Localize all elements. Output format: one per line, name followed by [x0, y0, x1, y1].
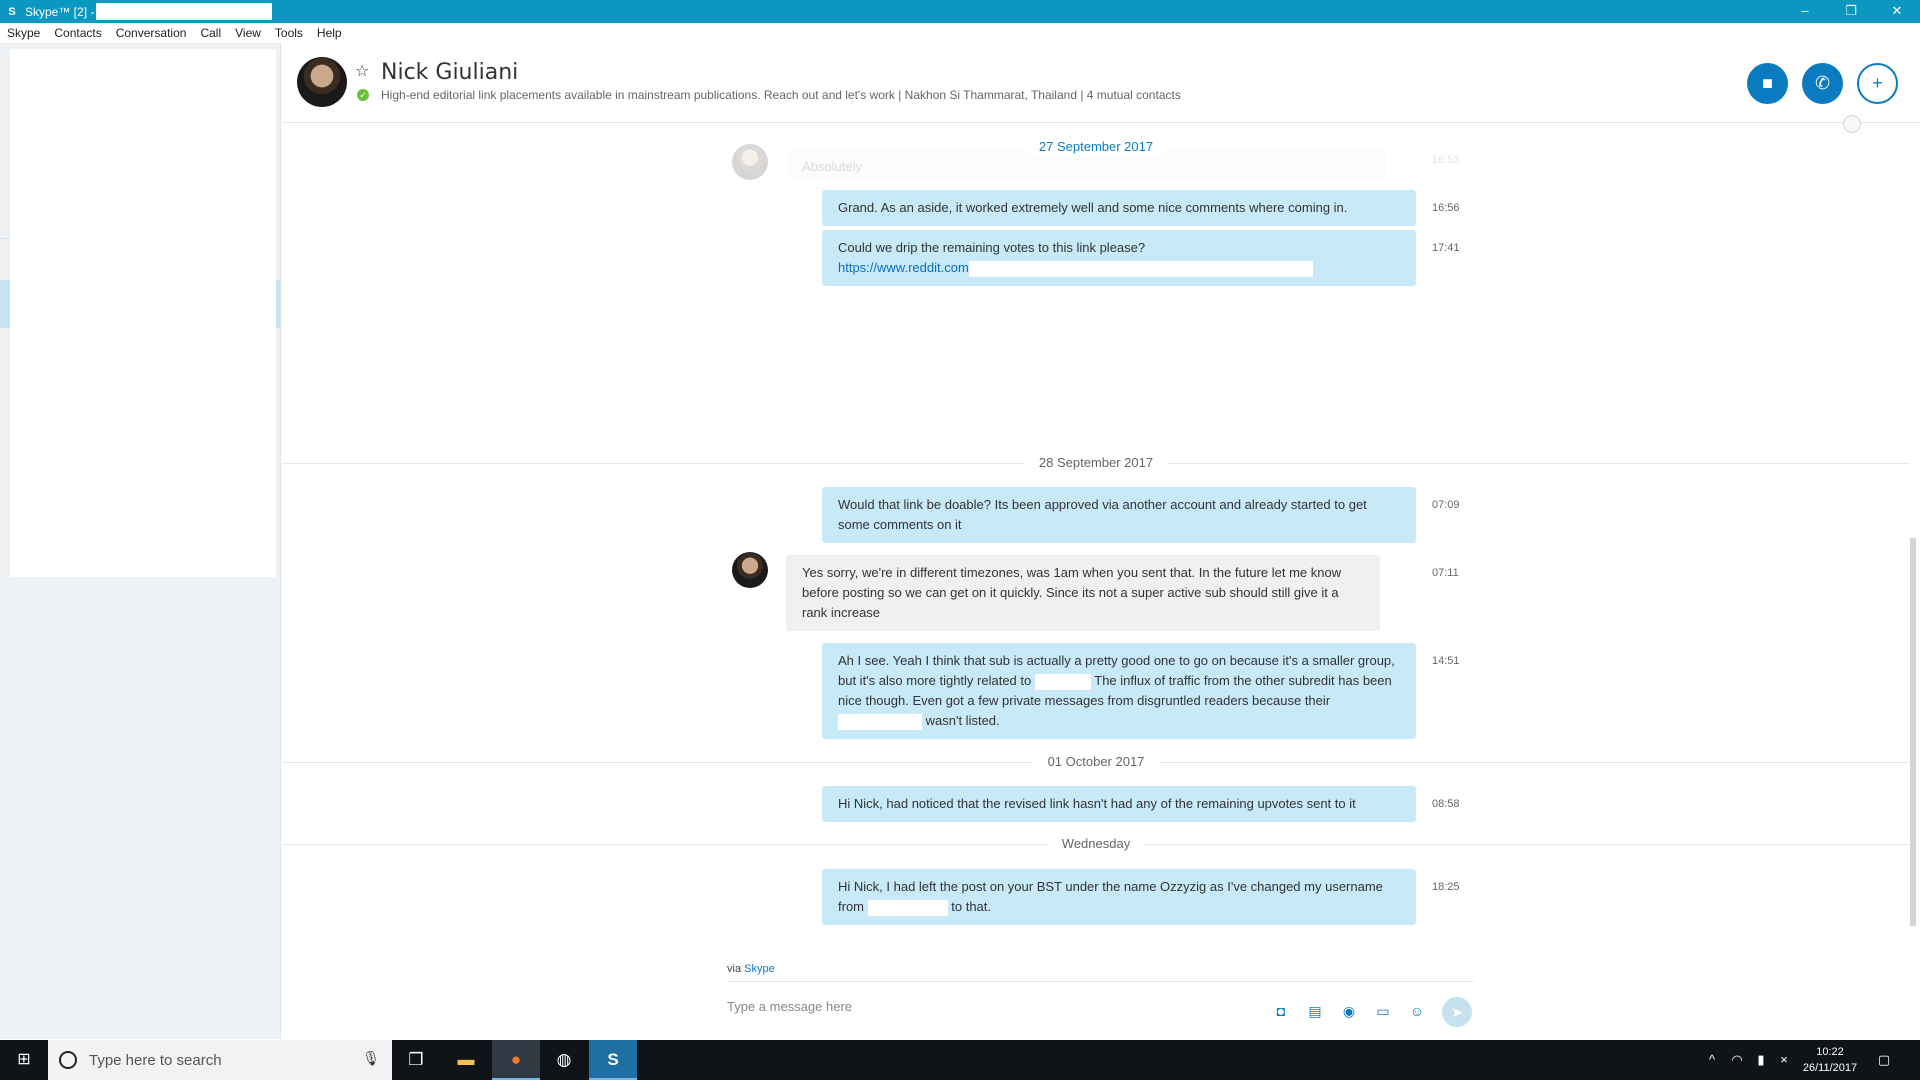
- skype-taskbar-icon[interactable]: S: [589, 1040, 637, 1080]
- date-label: 01 October 2017: [1033, 754, 1159, 769]
- message-text: wasn't listed.: [925, 713, 1000, 728]
- taskbar-search[interactable]: Type here to search 🎙: [48, 1040, 392, 1080]
- microphone-icon[interactable]: 🎙: [362, 1050, 380, 1067]
- menu-call[interactable]: Call: [193, 26, 228, 40]
- network-icon[interactable]: ◠: [1727, 1040, 1747, 1080]
- outgoing-message[interactable]: Ah I see. Yeah I think that sub is actua…: [822, 643, 1416, 739]
- message-time: 08:58: [1432, 798, 1460, 810]
- selected-contact-edge: [276, 280, 280, 328]
- date-label: 28 September 2017: [1024, 455, 1168, 470]
- search-placeholder: Type here to search: [89, 1051, 222, 1069]
- mood-message: High-end editorial link placements avail…: [381, 88, 1181, 102]
- voice-call-button[interactable]: ✆: [1802, 63, 1843, 104]
- message-text: Grand. As an aside, it worked extremely …: [838, 200, 1348, 215]
- menu-help[interactable]: Help: [310, 26, 349, 40]
- date-label: 27 September 2017: [1024, 139, 1168, 154]
- sidebar: [0, 43, 281, 1039]
- redacted-text: [867, 899, 948, 916]
- close-button[interactable]: ✕: [1874, 0, 1920, 23]
- via-skype-link[interactable]: Skype: [744, 963, 775, 975]
- outgoing-message[interactable]: Could we drip the remaining votes to thi…: [822, 230, 1416, 286]
- message-time: 17:41: [1432, 242, 1460, 254]
- clock-time: 10:22: [1816, 1046, 1844, 1058]
- date-label: Wednesday: [1047, 836, 1145, 851]
- firefox-icon[interactable]: ●: [492, 1040, 540, 1080]
- redacted-text: [838, 713, 922, 730]
- message-time: 07:11: [1432, 567, 1459, 579]
- message-input[interactable]: Type a message here: [727, 999, 1247, 1014]
- task-view-icon[interactable]: ❒: [392, 1040, 440, 1080]
- message-text: to that.: [951, 899, 991, 914]
- contact-name[interactable]: Nick Giuliani: [381, 60, 518, 85]
- skype-logo-icon: S: [8, 5, 16, 18]
- date-separator: 01 October 2017: [282, 753, 1910, 773]
- cortana-icon[interactable]: [59, 1051, 77, 1069]
- outgoing-message[interactable]: Would that link be doable? Its been appr…: [822, 487, 1416, 543]
- message-text: Could we drip the remaining votes to thi…: [838, 240, 1146, 255]
- battery-icon[interactable]: ▮: [1751, 1040, 1771, 1080]
- message-history[interactable]: Absolutely 16:53 27 September 2017 Grand…: [282, 124, 1910, 964]
- add-people-button[interactable]: +: [1857, 63, 1898, 104]
- contact-card-icon[interactable]: ▭: [1373, 1002, 1393, 1020]
- menu-conversation[interactable]: Conversation: [109, 26, 194, 40]
- minimize-button[interactable]: –: [1782, 0, 1828, 23]
- via-skype-label: via Skype: [727, 963, 775, 975]
- message-time: 07:09: [1432, 499, 1460, 511]
- notifications-icon[interactable]: ▢: [1872, 1040, 1896, 1080]
- camera-icon[interactable]: ◘: [1271, 1002, 1291, 1020]
- message-text: Would that link be doable? Its been appr…: [838, 497, 1367, 532]
- favorite-star-icon[interactable]: ☆: [355, 61, 369, 81]
- file-icon[interactable]: ▤: [1305, 1002, 1325, 1020]
- message-time: 18:25: [1432, 881, 1460, 893]
- incoming-message[interactable]: Yes sorry, we're in different timezones,…: [786, 555, 1380, 631]
- conversation-header: ☆ Nick Giuliani ✓ High-end editorial lin…: [282, 43, 1920, 133]
- message-text: Hi Nick, had noticed that the revised li…: [838, 796, 1356, 811]
- outgoing-message[interactable]: Hi Nick, I had left the post on your BST…: [822, 869, 1416, 925]
- system-clock[interactable]: 10:22 26/11/2017: [1795, 1044, 1865, 1076]
- menu-view[interactable]: View: [228, 26, 268, 40]
- sender-avatar[interactable]: [732, 552, 768, 588]
- steam-icon[interactable]: ◍: [540, 1040, 588, 1080]
- restore-button[interactable]: ❐: [1828, 0, 1874, 23]
- date-separator: 27 September 2017: [282, 138, 1910, 158]
- window-title: Skype™ [2] -: [25, 4, 95, 19]
- message-time: 16:56: [1432, 202, 1460, 214]
- taskbar: ⊞ Type here to search 🎙 ❒ ▬ ● ◍ S ^ ◠ ▮ …: [0, 1040, 1920, 1080]
- video-call-button[interactable]: ■: [1747, 63, 1788, 104]
- menu-bar: Skype Contacts Conversation Call View To…: [0, 23, 1920, 43]
- send-button[interactable]: ➤: [1442, 997, 1472, 1027]
- scrollbar[interactable]: [1910, 538, 1916, 926]
- composer-divider: [727, 981, 1474, 982]
- selected-contact-marker[interactable]: [0, 280, 10, 328]
- file-explorer-icon[interactable]: ▬: [442, 1040, 490, 1080]
- date-separator: 28 September 2017: [282, 454, 1910, 474]
- emoticon-icon[interactable]: ☺: [1407, 1002, 1427, 1020]
- redacted-text: [968, 260, 1313, 277]
- show-hidden-icons[interactable]: ^: [1702, 1040, 1722, 1080]
- sidebar-divider: [0, 238, 10, 239]
- message-text: Absolutely: [802, 159, 862, 174]
- menu-tools[interactable]: Tools: [268, 26, 310, 40]
- message-time: 14:51: [1432, 655, 1460, 667]
- menu-skype[interactable]: Skype: [0, 26, 47, 40]
- contacts-panel[interactable]: [10, 49, 276, 577]
- outgoing-message[interactable]: Grand. As an aside, it worked extremely …: [822, 190, 1416, 226]
- message-link[interactable]: https://www.reddit.com: [838, 260, 969, 275]
- contact-avatar[interactable]: [297, 57, 347, 107]
- menu-contacts[interactable]: Contacts: [47, 26, 108, 40]
- outgoing-message[interactable]: Hi Nick, had noticed that the revised li…: [822, 786, 1416, 822]
- message-text: Yes sorry, we're in different timezones,…: [802, 565, 1342, 620]
- online-status-icon: ✓: [357, 89, 369, 101]
- clock-date: 26/11/2017: [1802, 1062, 1858, 1074]
- volume-muted-icon[interactable]: ×: [1774, 1040, 1794, 1080]
- title-bar: S Skype™ [2] - – ❐ ✕: [0, 0, 1920, 23]
- via-prefix: via: [727, 963, 742, 975]
- redacted-text: [1034, 673, 1091, 690]
- start-button[interactable]: ⊞: [0, 1040, 48, 1080]
- date-separator: Wednesday: [282, 835, 1910, 855]
- video-message-icon[interactable]: ◉: [1339, 1002, 1359, 1020]
- redacted-title: [96, 3, 273, 20]
